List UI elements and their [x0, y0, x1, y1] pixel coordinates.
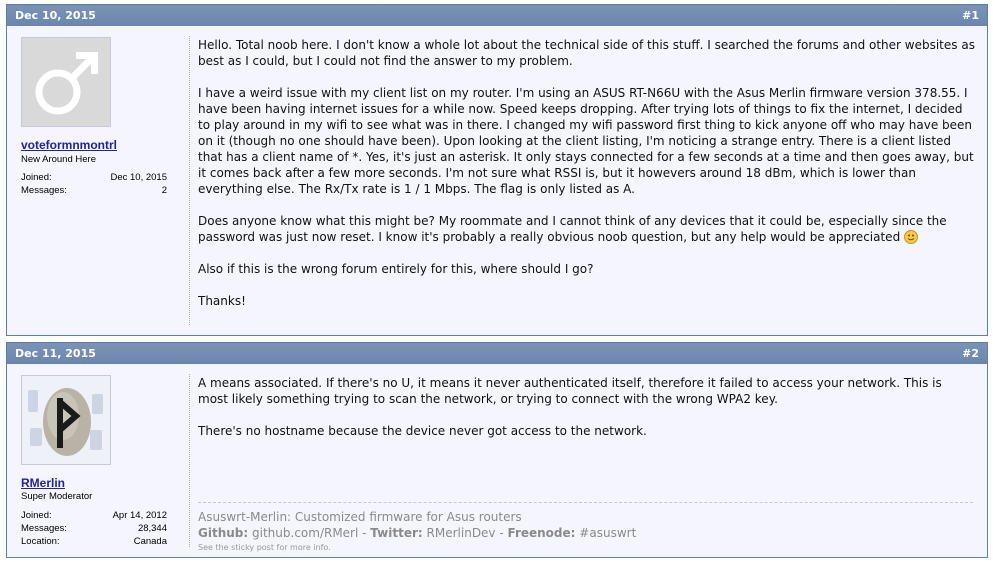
- post-1: Dec 10, 2015 #1 voteformnmontrl New Arou…: [6, 4, 988, 336]
- user-info: voteformnmontrl New Around Here Joined: D…: [7, 26, 181, 335]
- post-permalink[interactable]: #1: [962, 5, 979, 26]
- user-title: New Around Here: [21, 154, 96, 165]
- user-stats: Joined: Dec 10, 2015 Messages: 2: [21, 171, 167, 197]
- stat-joined: Joined: Apr 14, 2012: [21, 510, 167, 521]
- signature: Asuswrt-Merlin: Customized firmware for …: [198, 502, 973, 555]
- signature-note: See the sticky post for more info.: [198, 543, 331, 552]
- paragraph: Thanks!: [198, 294, 246, 308]
- post-date: Dec 11, 2015: [15, 347, 96, 360]
- twitter-link[interactable]: RMerlinDev: [427, 526, 496, 540]
- paragraph: Also if this is the wrong forum entirely…: [198, 262, 594, 276]
- avatar[interactable]: [21, 375, 111, 465]
- divider: [189, 374, 190, 547]
- github-link[interactable]: github.com/RMerl: [252, 526, 358, 540]
- message-body: Hello. Total noob here. I don't know a w…: [198, 37, 975, 325]
- post-permalink[interactable]: #2: [962, 343, 979, 364]
- post-2: Dec 11, 2015 #2 RMerlin Super Moderator …: [6, 342, 988, 558]
- post-date: Dec 10, 2015: [15, 9, 96, 22]
- paragraph: There's no hostname because the device n…: [198, 424, 647, 438]
- username[interactable]: voteformnmontrl: [21, 138, 117, 152]
- divider: [189, 36, 190, 325]
- stat-joined: Joined: Dec 10, 2015: [21, 172, 167, 183]
- signature-line: Asuswrt-Merlin: Customized firmware for …: [198, 510, 522, 524]
- stat-messages: Messages: 2: [21, 185, 167, 196]
- post-header: Dec 11, 2015 #2: [7, 343, 987, 364]
- male-symbol-icon: [22, 38, 110, 126]
- paragraph: Hello. Total noob here. I don't know a w…: [198, 38, 975, 68]
- post-header: Dec 10, 2015 #1: [7, 5, 987, 26]
- paragraph: I have a weird issue with my client list…: [198, 86, 974, 196]
- freenode-link[interactable]: #asuswrt: [579, 526, 636, 540]
- user-title: Super Moderator: [21, 491, 93, 502]
- paragraph: A means associated. If there's no U, it …: [198, 376, 942, 406]
- rune-stone-icon: [22, 376, 110, 464]
- username[interactable]: RMerlin: [21, 476, 65, 490]
- stat-messages: Messages: 28,344: [21, 523, 167, 534]
- signature-links: Github: github.com/RMerl - Twitter: RMer…: [198, 526, 637, 540]
- paragraph-with-smiley: Does anyone know what this might be? My …: [198, 214, 947, 244]
- user-info: RMerlin Super Moderator Joined: Apr 14, 2…: [7, 364, 181, 557]
- smiley-icon: [904, 230, 919, 244]
- message-body: A means associated. If there's no U, it …: [198, 375, 975, 455]
- user-stats: Joined: Apr 14, 2012 Messages: 28,344 Loca…: [21, 509, 167, 548]
- avatar[interactable]: [21, 37, 111, 127]
- stat-location: Location: Canada: [21, 536, 167, 547]
